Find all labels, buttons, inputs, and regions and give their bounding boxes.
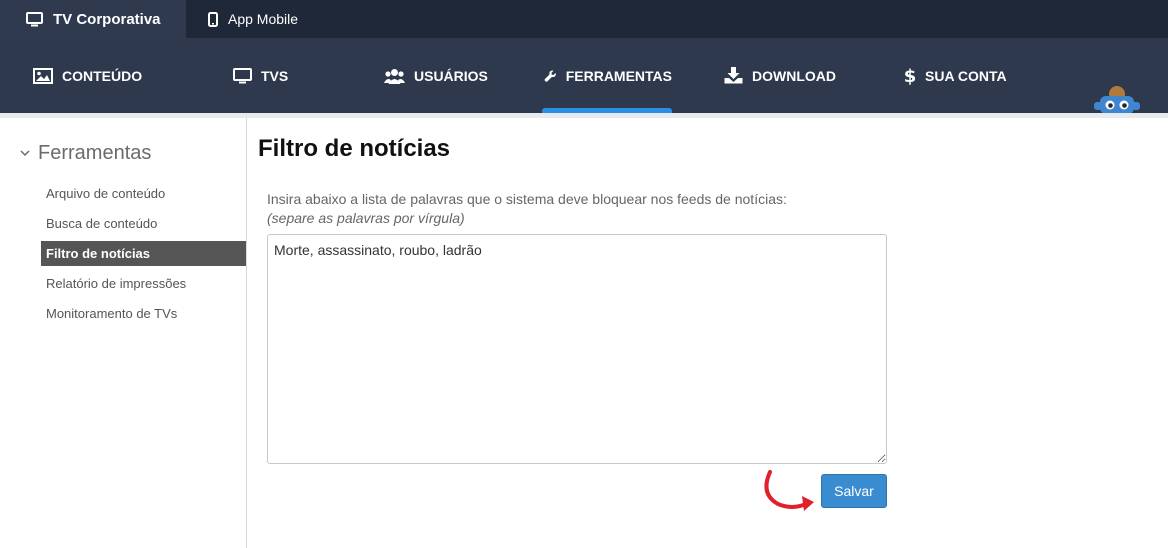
- hint-text: (separe as palavras por vírgula): [267, 210, 465, 226]
- chevron-down-icon: [20, 150, 30, 157]
- sidebar-item-filtro-de-noticias[interactable]: Filtro de notícias: [41, 241, 246, 266]
- sidebar-item-label: Filtro de notícias: [46, 246, 151, 261]
- annotation-arrow-icon: [764, 470, 814, 511]
- sidebar-item-arquivo-de-conteudo[interactable]: Arquivo de conteúdo: [41, 178, 246, 208]
- instruction-text: Insira abaixo a lista de palavras que o …: [267, 191, 787, 207]
- sidebar-item-label: Busca de conteúdo: [46, 215, 158, 231]
- sidebar: Ferramentas Arquivo de conteúdo Busca de…: [0, 118, 247, 548]
- wrench-icon: [544, 70, 556, 82]
- dollar-icon: $: [904, 66, 916, 86]
- sidebar-item-busca-de-conteudo[interactable]: Busca de conteúdo: [41, 208, 246, 238]
- nav-item-tvs[interactable]: TVS: [233, 38, 288, 113]
- sidebar-item-monitoramento-de-tvs[interactable]: Monitoramento de TVs: [41, 298, 246, 328]
- nav-item-sua-conta[interactable]: $ SUA CONTA: [904, 38, 1007, 113]
- svg-text:$: $: [904, 66, 916, 86]
- nav-item-label: SUA CONTA: [925, 67, 1007, 84]
- nav-item-conteudo[interactable]: CONTEÚDO: [33, 38, 142, 113]
- product-tab-tv-corporativa[interactable]: TV Corporativa: [0, 0, 186, 38]
- nav-item-label: DOWNLOAD: [752, 67, 836, 84]
- save-button[interactable]: Salvar: [821, 474, 887, 508]
- nav-item-ferramentas[interactable]: FERRAMENTAS: [542, 38, 672, 113]
- product-bar: TV Corporativa App Mobile: [0, 0, 1168, 38]
- blocked-words-textarea[interactable]: Morte, assassinato, roubo, ladrão: [267, 234, 887, 464]
- image-icon: [33, 67, 53, 84]
- nav-item-label: CONTEÚDO: [62, 67, 143, 84]
- sidebar-item-label: Monitoramento de TVs: [46, 305, 178, 321]
- monitor-icon: [26, 11, 43, 26]
- nav-item-label: FERRAMENTAS: [565, 67, 672, 84]
- sidebar-item-relatorio-de-impressoes[interactable]: Relatório de impressões: [41, 268, 246, 298]
- nav-item-download[interactable]: DOWNLOAD: [724, 38, 836, 113]
- monitor-icon: [233, 67, 252, 83]
- nav-item-label: USUÁRIOS: [414, 67, 488, 84]
- sidebar-menu: Arquivo de conteúdo Busca de conteúdo Fi…: [41, 178, 246, 328]
- sidebar-header[interactable]: Ferramentas: [20, 142, 151, 165]
- main-nav: CONTEÚDO TVS USUÁRIOS FERRAMENTAS DOWNLO…: [0, 38, 1168, 113]
- sidebar-item-label: Arquivo de conteúdo: [46, 185, 166, 201]
- users-icon: [384, 68, 405, 84]
- product-tab-app-mobile[interactable]: App Mobile: [186, 0, 318, 38]
- product-tab-label: App Mobile: [228, 11, 299, 27]
- download-icon: [724, 67, 743, 84]
- sidebar-item-label: Relatório de impressões: [46, 275, 187, 291]
- page-title: Filtro de notícias: [258, 135, 451, 162]
- nav-item-usuarios[interactable]: USUÁRIOS: [384, 38, 488, 113]
- nav-item-label: TVS: [261, 67, 289, 84]
- robot-mascot-icon[interactable]: [1092, 84, 1142, 114]
- sidebar-title: Ferramentas: [38, 142, 152, 164]
- smartphone-icon: [208, 11, 218, 27]
- product-tab-label: TV Corporativa: [53, 10, 161, 28]
